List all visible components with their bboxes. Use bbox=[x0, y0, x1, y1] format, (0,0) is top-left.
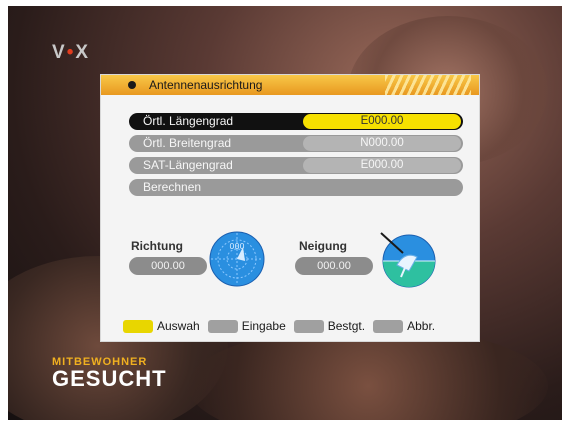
green-key-icon[interactable] bbox=[293, 319, 324, 333]
ok-key-icon[interactable] bbox=[207, 319, 238, 333]
dish-tilt-icon bbox=[380, 232, 436, 288]
tv-screen: V•X MITBEWOHNER GESUCHT Antennenausricht… bbox=[8, 6, 562, 420]
channel-logo: V•X bbox=[52, 42, 91, 63]
direction-label: Richtung bbox=[131, 239, 183, 253]
menu-key-icon[interactable] bbox=[373, 319, 404, 333]
menu-item-label: Örtl. Breitengrad bbox=[143, 136, 232, 150]
antenna-alignment-menu: Antennenausrichtung Örtl. Längengrad E00… bbox=[100, 74, 480, 342]
tilt-label: Neigung bbox=[299, 239, 347, 253]
footer-label-select: Auswah bbox=[157, 319, 200, 333]
menu-item-local-longitude[interactable]: Örtl. Längengrad E000.00 bbox=[129, 113, 463, 130]
sat-longitude-value[interactable]: E000.00 bbox=[303, 158, 461, 173]
menu-footer: Auswah Eingabe Bestgt. Abbr. bbox=[123, 318, 439, 334]
footer-label-enter: Eingabe bbox=[241, 319, 286, 333]
menu-item-sat-longitude[interactable]: SAT-Längengrad E000.00 bbox=[129, 157, 463, 174]
menu-item-calculate[interactable]: Berechnen bbox=[129, 179, 463, 196]
compass-text: 000 bbox=[229, 242, 244, 251]
direction-value: 000.00 bbox=[129, 257, 207, 275]
footer-label-confirm: Bestgt. bbox=[327, 319, 366, 333]
show-banner: MITBEWOHNER GESUCHT bbox=[52, 356, 167, 392]
menu-item-label: SAT-Längengrad bbox=[143, 158, 233, 172]
yellow-key-icon[interactable] bbox=[123, 319, 153, 333]
tilt-value: 000.00 bbox=[295, 257, 373, 275]
menu-header: Antennenausrichtung bbox=[101, 75, 479, 95]
footer-label-cancel: Abbr. bbox=[407, 319, 436, 333]
header-stripes bbox=[385, 75, 471, 95]
bullet-icon bbox=[128, 81, 136, 89]
menu-item-label: Berechnen bbox=[143, 180, 202, 194]
menu-title: Antennenausrichtung bbox=[149, 78, 263, 92]
local-latitude-value[interactable]: N000.00 bbox=[303, 136, 461, 151]
menu-item-local-latitude[interactable]: Örtl. Breitengrad N000.00 bbox=[129, 135, 463, 152]
local-longitude-value[interactable]: E000.00 bbox=[303, 114, 461, 129]
show-banner-line2: GESUCHT bbox=[52, 366, 167, 391]
compass-icon: 000 bbox=[209, 231, 265, 287]
menu-item-label: Örtl. Längengrad bbox=[143, 114, 234, 128]
